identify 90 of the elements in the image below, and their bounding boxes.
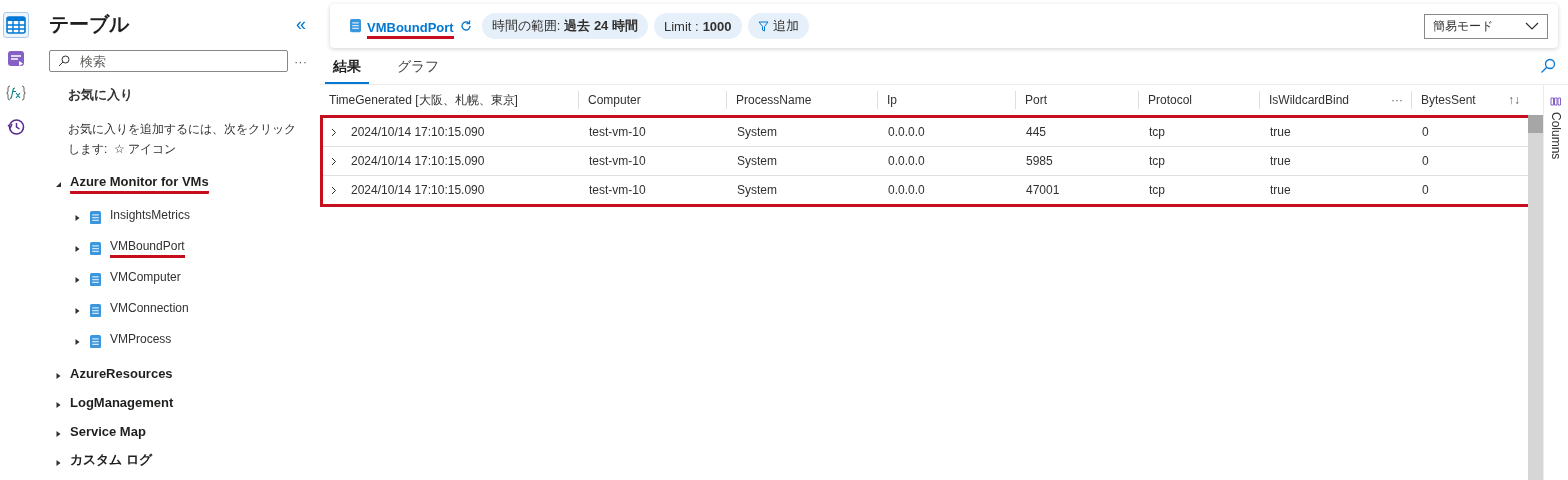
table-cell: System xyxy=(737,154,777,168)
expand-caret-icon[interactable] xyxy=(74,244,81,253)
table-cell: tcp xyxy=(1149,125,1165,139)
table-cell: test-vm-10 xyxy=(589,125,646,139)
tree-group[interactable]: カスタム ログ xyxy=(70,451,152,474)
column-header[interactable]: IsWildcardBind xyxy=(1269,93,1350,107)
chevron-right-icon[interactable] xyxy=(331,185,337,195)
more-button[interactable]: ··· xyxy=(294,53,307,69)
tree-item[interactable]: VMBoundPort xyxy=(110,239,185,258)
tree-item[interactable]: VMProcess xyxy=(110,332,172,351)
sort-button[interactable]: ↑↓ xyxy=(1508,93,1520,107)
add-filter-button[interactable]: 追加 xyxy=(747,13,809,39)
rail-button[interactable] xyxy=(3,12,29,38)
column-header[interactable]: TimeGenerated [大阪、札幌、東京] xyxy=(329,91,518,109)
table-cell: 0 xyxy=(1422,125,1429,139)
scrollbar[interactable] xyxy=(1528,115,1543,480)
column-header[interactable]: ProcessName xyxy=(736,93,812,107)
table-icon xyxy=(350,19,361,33)
query-icon xyxy=(7,50,25,68)
refresh-icon[interactable] xyxy=(459,20,472,32)
tree-group[interactable]: LogManagement xyxy=(70,394,174,415)
table-icon xyxy=(6,16,26,34)
column-header[interactable]: Port xyxy=(1025,93,1047,107)
expand-caret-icon[interactable] xyxy=(74,337,81,346)
expand-caret-icon[interactable] xyxy=(55,458,62,467)
search-icon xyxy=(58,55,70,67)
tree-item[interactable]: VMComputer xyxy=(110,270,181,289)
table-cell: 0.0.0.0 xyxy=(888,154,925,168)
table-cell: 47001 xyxy=(1026,183,1060,197)
table-icon xyxy=(90,303,101,318)
table-cell: true xyxy=(1270,154,1291,168)
expand-caret-icon[interactable] xyxy=(74,275,81,284)
table-cell: 0.0.0.0 xyxy=(888,125,925,139)
scrollbar-thumb[interactable] xyxy=(1528,115,1543,133)
column-header[interactable]: BytesSent xyxy=(1421,93,1476,107)
filter-icon xyxy=(757,20,769,32)
table-cell: 2024/10/14 17:10:15.090 xyxy=(351,183,485,197)
column-header[interactable]: Ip xyxy=(887,93,897,107)
column-header[interactable]: Computer xyxy=(588,93,641,107)
tab[interactable]: 結果 xyxy=(325,58,369,84)
time-range-pill[interactable]: 時間の範囲: 過去 24 時間 xyxy=(481,13,648,39)
table-cell: System xyxy=(737,125,777,139)
tree-item[interactable]: VMConnection xyxy=(110,301,189,320)
chevron-right-icon[interactable] xyxy=(331,127,337,137)
table-icon xyxy=(90,210,101,225)
tree-item[interactable]: InsightsMetrics xyxy=(110,208,191,227)
mode-dropdown[interactable]: 簡易モード xyxy=(1424,13,1548,39)
search-field[interactable]: 検索 xyxy=(49,50,288,72)
column-menu-button[interactable]: ··· xyxy=(1391,93,1403,107)
table-cell: true xyxy=(1270,125,1291,139)
table-cell: 445 xyxy=(1026,125,1047,139)
expand-caret-icon[interactable] xyxy=(74,306,81,315)
table-icon xyxy=(90,241,101,256)
function-icon xyxy=(6,85,26,101)
table-cell: 0 xyxy=(1422,154,1429,168)
columns-icon xyxy=(1550,97,1562,106)
column-header[interactable]: Protocol xyxy=(1148,93,1193,107)
table-cell: 0.0.0.0 xyxy=(888,183,925,197)
columns-label: Columns xyxy=(1548,112,1563,160)
table-name-link[interactable]: VMBoundPort xyxy=(367,17,454,39)
expand-caret-icon[interactable] xyxy=(74,213,81,222)
tree-group[interactable]: AzureResources xyxy=(70,365,173,386)
tree-group[interactable]: Service Map xyxy=(70,423,146,444)
table-cell: 5985 xyxy=(1026,154,1053,168)
table-cell: tcp xyxy=(1149,183,1165,197)
table-cell: test-vm-10 xyxy=(589,154,646,168)
chevron-down-icon xyxy=(1525,22,1539,30)
tab[interactable]: グラフ xyxy=(389,58,447,84)
favorites-heading: お気に入り xyxy=(68,86,134,104)
table-cell: 2024/10/14 17:10:15.090 xyxy=(351,125,485,139)
chevron-right-icon[interactable] xyxy=(331,156,337,166)
table-cell: 0 xyxy=(1422,183,1429,197)
tree-group[interactable]: Azure Monitor for VMs xyxy=(70,173,209,194)
table-icon xyxy=(90,334,101,349)
limit-pill[interactable]: Limit : 1000 xyxy=(653,13,742,39)
table-icon xyxy=(90,272,101,287)
expand-caret-icon[interactable] xyxy=(55,429,62,438)
table-cell: true xyxy=(1270,183,1291,197)
expand-caret-icon[interactable] xyxy=(55,400,62,409)
search-icon[interactable] xyxy=(1540,58,1556,74)
clock-icon xyxy=(7,118,25,136)
table-cell: 2024/10/14 17:10:15.090 xyxy=(351,154,485,168)
table-cell: test-vm-10 xyxy=(589,183,646,197)
table-cell: tcp xyxy=(1149,154,1165,168)
collapse-button[interactable]: « xyxy=(296,13,306,35)
favorites-hint: お気に入りを追加するには、次をクリックします: ☆ アイコン xyxy=(68,121,297,158)
table-cell: System xyxy=(737,183,777,197)
expand-caret-icon[interactable] xyxy=(55,371,62,380)
sidebar-title: テーブル xyxy=(49,11,129,37)
columns-panel[interactable]: Columns xyxy=(1542,85,1568,480)
